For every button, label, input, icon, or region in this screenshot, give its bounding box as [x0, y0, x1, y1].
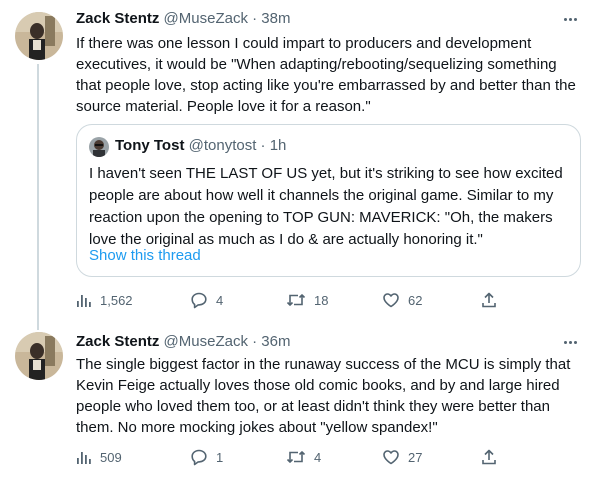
views-button[interactable]: 509 [76, 447, 122, 467]
share-button[interactable] [480, 447, 498, 467]
like-count: 27 [408, 449, 423, 465]
timestamp[interactable]: · 38m [252, 10, 290, 27]
author-handle[interactable]: @MuseZack [164, 10, 248, 27]
share-button[interactable] [480, 290, 498, 310]
analytics-icon [77, 452, 91, 464]
quoted-tweet[interactable]: Tony Tost @tonytost · 1h I haven't seen … [76, 124, 581, 277]
quoted-author-handle: @tonytost [188, 137, 257, 154]
reply-button[interactable]: 1 [190, 447, 223, 467]
quoted-text-line: reaction upon the opening to TOP GUN: MA… [89, 209, 553, 226]
tweet-text-line: Kevin Feige actually loves those old com… [76, 377, 560, 394]
reply-count: 1 [216, 449, 224, 465]
quoted-text-line: I haven't seen THE LAST OF US yet, but i… [89, 165, 563, 182]
heart-icon [383, 293, 399, 308]
retweet-icon [286, 451, 306, 463]
quoted-author-name: Tony Tost [115, 137, 185, 154]
reply-count: 4 [216, 292, 224, 308]
analytics-icon [77, 295, 91, 307]
retweet-button[interactable]: 4 [286, 447, 321, 467]
reply-icon [191, 449, 207, 466]
author-handle[interactable]: @MuseZack [164, 333, 248, 350]
tweet-text-line: that people love, stop acting like you'r… [76, 77, 576, 94]
tweet-text-line: executives, it would be "When adapting/r… [76, 56, 557, 73]
show-thread-link[interactable]: Show this thread [89, 245, 201, 267]
quoted-timestamp: · 1h [260, 137, 287, 154]
timestamp[interactable]: · 36m [252, 333, 290, 350]
views-count: 1,562 [100, 292, 133, 308]
avatar[interactable] [15, 12, 63, 60]
tweet-text: The single biggest factor in the runaway… [76, 354, 584, 438]
tweet-text-line: source material. People love it for a re… [76, 98, 371, 115]
share-icon [482, 449, 496, 465]
share-icon [482, 292, 496, 308]
tweet-text-line: them. No more mocking jokes about "yello… [76, 419, 438, 436]
reply-icon [191, 292, 207, 309]
quoted-header: Tony Tost @tonytost · 1h [115, 135, 286, 157]
retweet-count: 18 [314, 292, 329, 308]
reply-button[interactable]: 4 [190, 290, 223, 310]
tweet-text-line: If there was one lesson I could impart t… [76, 35, 532, 52]
more-icon[interactable] [560, 9, 580, 29]
retweet-icon [286, 294, 306, 306]
views-count: 509 [100, 449, 122, 465]
tweet-text-line: people who loved them too, or at least d… [76, 398, 550, 415]
tweet[interactable]: Zack Stentz @MuseZack · 38m If there was… [0, 0, 594, 318]
tweet-text: If there was one lesson I could impart t… [76, 33, 584, 117]
more-icon[interactable] [560, 332, 580, 352]
quoted-avatar [89, 137, 109, 157]
quoted-text-line: people are about how well it channels th… [89, 187, 554, 204]
quoted-text: I haven't seen THE LAST OF US yet, but i… [89, 163, 571, 251]
like-button[interactable]: 62 [382, 290, 422, 310]
retweet-button[interactable]: 18 [286, 290, 328, 310]
author-name[interactable]: Zack Stentz [76, 333, 159, 350]
author-name[interactable]: Zack Stentz [76, 10, 159, 27]
avatar[interactable] [15, 332, 63, 380]
heart-icon [383, 450, 399, 465]
action-bar: 1,562 4 18 62 [76, 290, 496, 310]
views-button[interactable]: 1,562 [76, 290, 133, 310]
tweet-text-line: The single biggest factor in the runaway… [76, 356, 571, 373]
action-bar: 509 1 4 27 [76, 447, 496, 467]
like-button[interactable]: 27 [382, 447, 422, 467]
thread-line [37, 64, 39, 318]
like-count: 62 [408, 292, 423, 308]
tweet-header: Zack Stentz @MuseZack · 38m [76, 9, 290, 29]
tweet-header: Zack Stentz @MuseZack · 36m [76, 332, 290, 352]
thread-line [37, 318, 39, 330]
retweet-count: 4 [314, 449, 322, 465]
